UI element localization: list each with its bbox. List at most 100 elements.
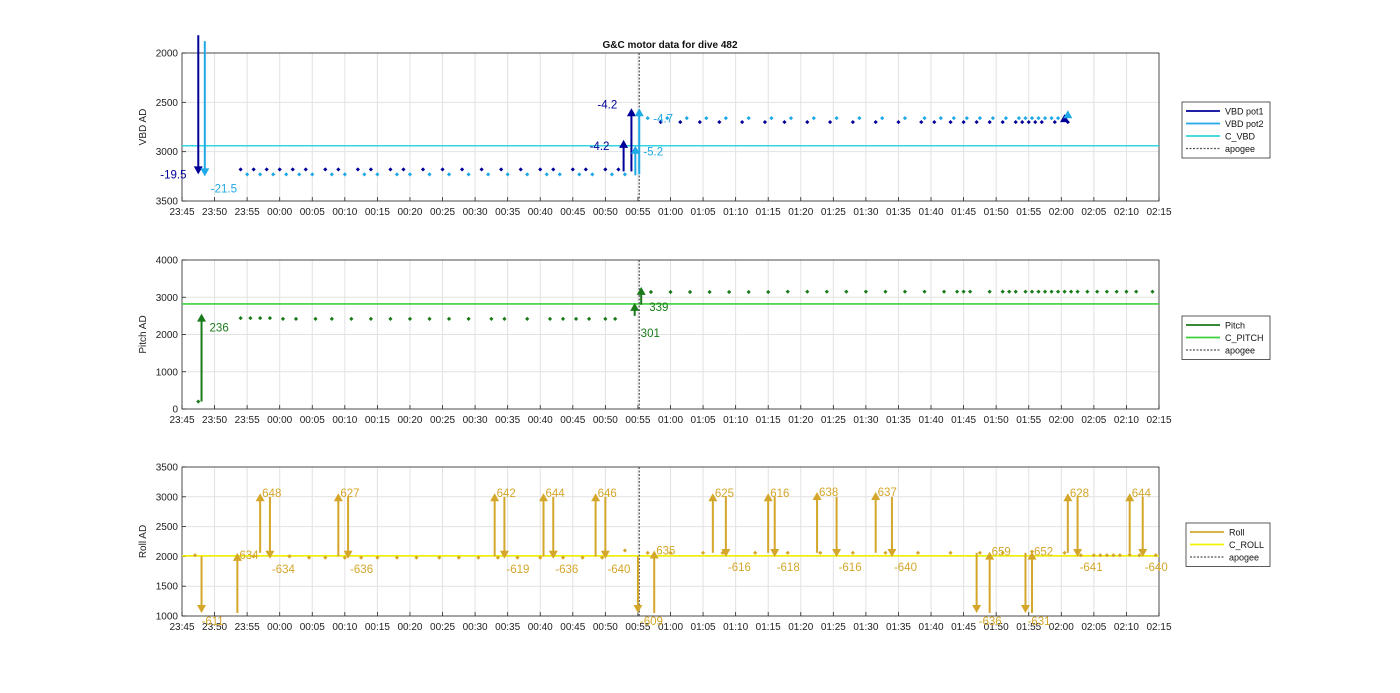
y-tick-label: 3000 bbox=[156, 293, 179, 304]
x-tick-label: 00:50 bbox=[593, 207, 618, 218]
x-tick-label: 01:00 bbox=[658, 207, 683, 218]
y-tick-label: 1000 bbox=[156, 367, 179, 378]
x-tick-label: 02:05 bbox=[1081, 415, 1106, 426]
x-tick-label: 01:30 bbox=[853, 207, 878, 218]
x-tick-label: 02:10 bbox=[1114, 622, 1139, 633]
x-tick-label: 00:05 bbox=[300, 622, 325, 633]
y-tick-label: 0 bbox=[172, 405, 178, 416]
y-axis-label: Roll AD bbox=[138, 525, 149, 558]
x-tick-label: 00:45 bbox=[560, 207, 585, 218]
x-tick-label: 00:40 bbox=[528, 207, 553, 218]
x-tick-label: 01:35 bbox=[886, 207, 911, 218]
x-tick-label: 00:10 bbox=[332, 622, 357, 633]
x-tick-label: 00:20 bbox=[397, 207, 422, 218]
x-tick-label: 00:30 bbox=[463, 207, 488, 218]
arrow-label: -641 bbox=[1080, 562, 1103, 574]
legend-entry: C_ROLL bbox=[1229, 540, 1264, 550]
x-tick-label: 01:00 bbox=[658, 415, 683, 426]
arrow-label: -636 bbox=[350, 564, 373, 576]
x-tick-label: 00:30 bbox=[463, 415, 488, 426]
x-tick-label: 01:25 bbox=[821, 207, 846, 218]
x-tick-label: 00:25 bbox=[430, 207, 455, 218]
x-tick-label: 00:20 bbox=[397, 415, 422, 426]
y-tick-label: 4000 bbox=[156, 256, 179, 267]
x-tick-label: 01:25 bbox=[821, 415, 846, 426]
arrow-label: 635 bbox=[656, 545, 675, 557]
arrow-label: -619 bbox=[506, 564, 529, 576]
arrow-label: -21.5 bbox=[211, 183, 237, 195]
arrow-label: 616 bbox=[770, 488, 789, 500]
y-tick-label: 2500 bbox=[156, 522, 179, 533]
arrow-label: 648 bbox=[262, 488, 281, 500]
arrow-label: -634 bbox=[272, 564, 296, 576]
x-tick-label: 23:50 bbox=[202, 207, 227, 218]
y-tick-label: 2000 bbox=[156, 49, 179, 60]
arrow-label: 339 bbox=[649, 302, 668, 314]
x-tick-label: 01:10 bbox=[723, 415, 748, 426]
x-tick-label: 00:25 bbox=[430, 622, 455, 633]
x-tick-label: 00:05 bbox=[300, 207, 325, 218]
x-tick-label: 01:45 bbox=[951, 415, 976, 426]
x-tick-label: 01:50 bbox=[984, 415, 1009, 426]
x-tick-label: 00:55 bbox=[625, 415, 650, 426]
x-tick-label: 01:20 bbox=[788, 415, 813, 426]
x-tick-label: 00:35 bbox=[495, 622, 520, 633]
x-tick-label: 00:35 bbox=[495, 207, 520, 218]
figure-title: G&C motor data for dive 482 bbox=[602, 40, 737, 51]
x-tick-label: 01:10 bbox=[723, 207, 748, 218]
arrow-label: 628 bbox=[1070, 488, 1089, 500]
arrow-label: 625 bbox=[715, 488, 734, 500]
arrow-label: 301 bbox=[641, 328, 660, 340]
x-tick-label: 00:20 bbox=[397, 622, 422, 633]
x-tick-label: 01:55 bbox=[1016, 207, 1041, 218]
x-tick-label: 00:10 bbox=[332, 415, 357, 426]
x-tick-label: 01:30 bbox=[853, 622, 878, 633]
x-tick-label: 00:00 bbox=[267, 415, 292, 426]
y-tick-label: 3500 bbox=[156, 463, 179, 474]
arrow-label: 642 bbox=[497, 488, 516, 500]
x-tick-label: 02:00 bbox=[1049, 415, 1074, 426]
arrow-label: -611 bbox=[202, 616, 224, 628]
arrow-label: -631 bbox=[1027, 616, 1050, 628]
x-tick-label: 23:45 bbox=[169, 207, 194, 218]
x-tick-label: 02:15 bbox=[1146, 415, 1171, 426]
y-tick-label: 2000 bbox=[156, 330, 179, 341]
x-tick-label: 02:05 bbox=[1081, 622, 1106, 633]
x-tick-label: 01:35 bbox=[886, 622, 911, 633]
arrow-label: -4.2 bbox=[597, 99, 617, 111]
arrow-label: 634 bbox=[239, 550, 259, 562]
x-tick-label: 00:15 bbox=[365, 415, 390, 426]
x-tick-label: 00:05 bbox=[300, 415, 325, 426]
arrow-label: -636 bbox=[979, 616, 1002, 628]
arrow-label: -640 bbox=[607, 564, 630, 576]
x-tick-label: 01:50 bbox=[984, 207, 1009, 218]
arrow-label: 638 bbox=[819, 487, 838, 499]
x-tick-label: 00:40 bbox=[528, 415, 553, 426]
x-tick-label: 01:05 bbox=[691, 622, 716, 633]
y-tick-label: 3500 bbox=[156, 197, 179, 208]
x-tick-label: 00:35 bbox=[495, 415, 520, 426]
y-tick-label: 2000 bbox=[156, 552, 179, 563]
arrow-label: 236 bbox=[210, 323, 229, 335]
arrow-label: -616 bbox=[839, 562, 862, 574]
y-tick-label: 3000 bbox=[156, 492, 179, 503]
x-tick-label: 00:45 bbox=[560, 415, 585, 426]
x-tick-label: 23:45 bbox=[169, 622, 194, 633]
arrow-label: -618 bbox=[777, 562, 800, 574]
x-tick-label: 01:05 bbox=[691, 207, 716, 218]
x-tick-label: 00:00 bbox=[267, 207, 292, 218]
arrow-label: -5.2 bbox=[643, 147, 663, 159]
arrow-label: 652 bbox=[1034, 547, 1053, 559]
x-tick-label: 01:10 bbox=[723, 622, 748, 633]
x-tick-label: 02:15 bbox=[1146, 207, 1171, 218]
arrow-label: 627 bbox=[340, 488, 359, 500]
legend-entry: apogee bbox=[1225, 144, 1255, 154]
x-tick-label: 01:45 bbox=[951, 207, 976, 218]
arrow-label: 659 bbox=[992, 547, 1011, 559]
x-tick-label: 00:15 bbox=[365, 622, 390, 633]
legend-entry: VBD pot2 bbox=[1225, 119, 1264, 129]
y-tick-label: 1500 bbox=[156, 582, 179, 593]
x-tick-label: 02:05 bbox=[1081, 207, 1106, 218]
x-tick-label: 00:55 bbox=[625, 207, 650, 218]
arrow-label: -640 bbox=[894, 562, 917, 574]
